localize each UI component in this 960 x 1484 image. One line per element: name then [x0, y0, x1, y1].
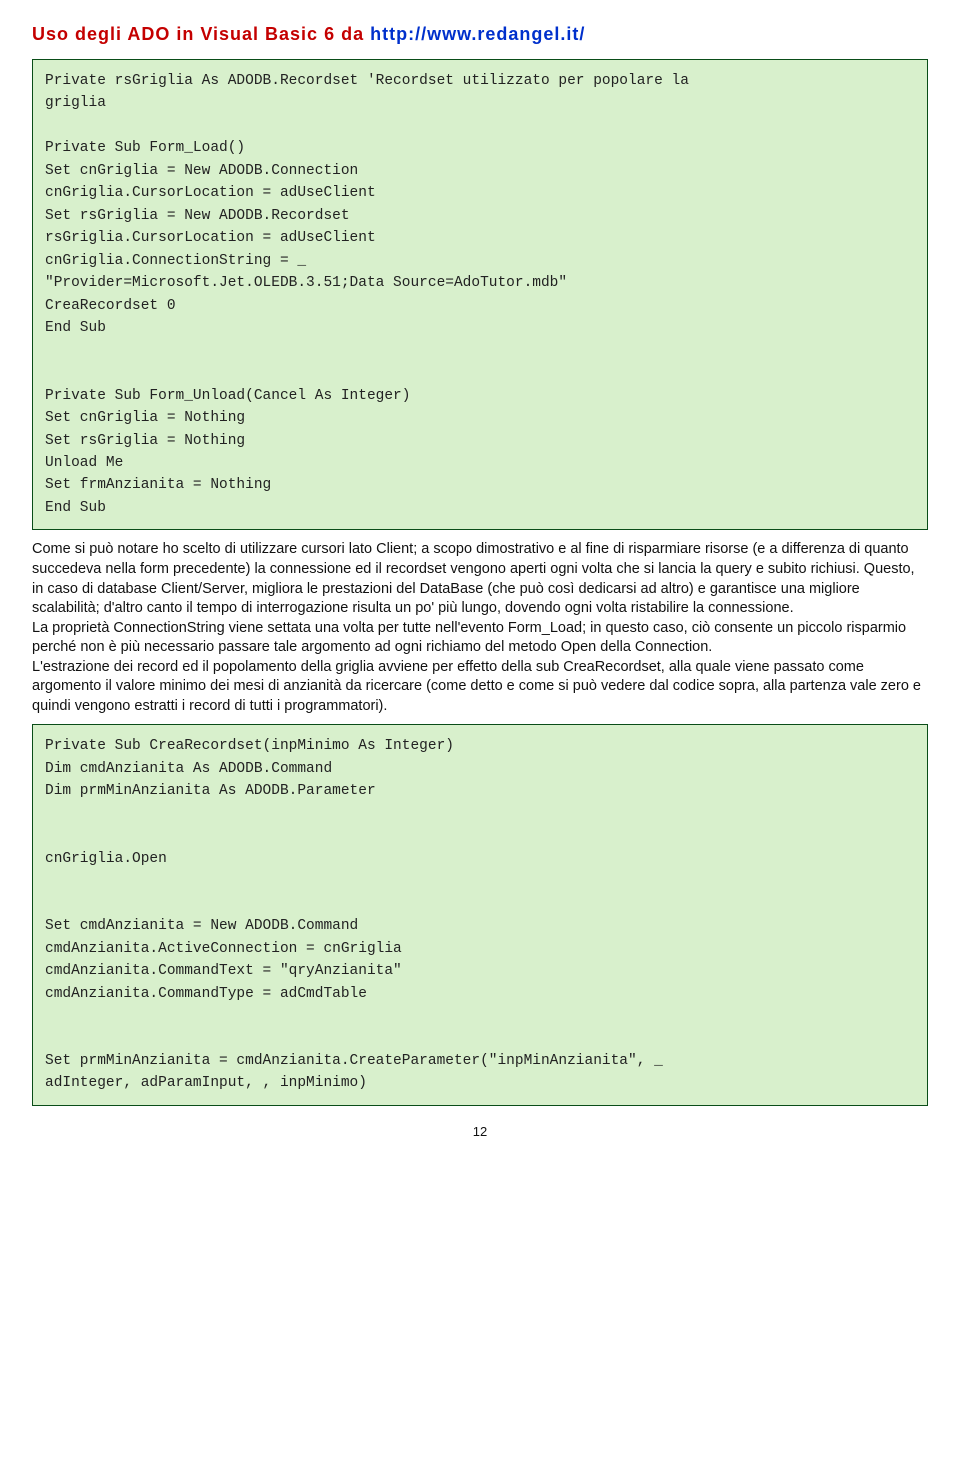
code-block-1: Private rsGriglia As ADODB.Recordset 'Re… — [32, 59, 928, 530]
body-paragraph: Come si può notare ho scelto di utilizza… — [32, 540, 928, 716]
header-title-red: Uso degli ADO in Visual Basic 6 da — [32, 24, 370, 44]
header-title-blue: http://www.redangel.it/ — [370, 24, 585, 44]
code-block-2: Private Sub CreaRecordset(inpMinimo As I… — [32, 724, 928, 1106]
page-header: Uso degli ADO in Visual Basic 6 da http:… — [32, 24, 928, 45]
page-number: 12 — [32, 1124, 928, 1139]
